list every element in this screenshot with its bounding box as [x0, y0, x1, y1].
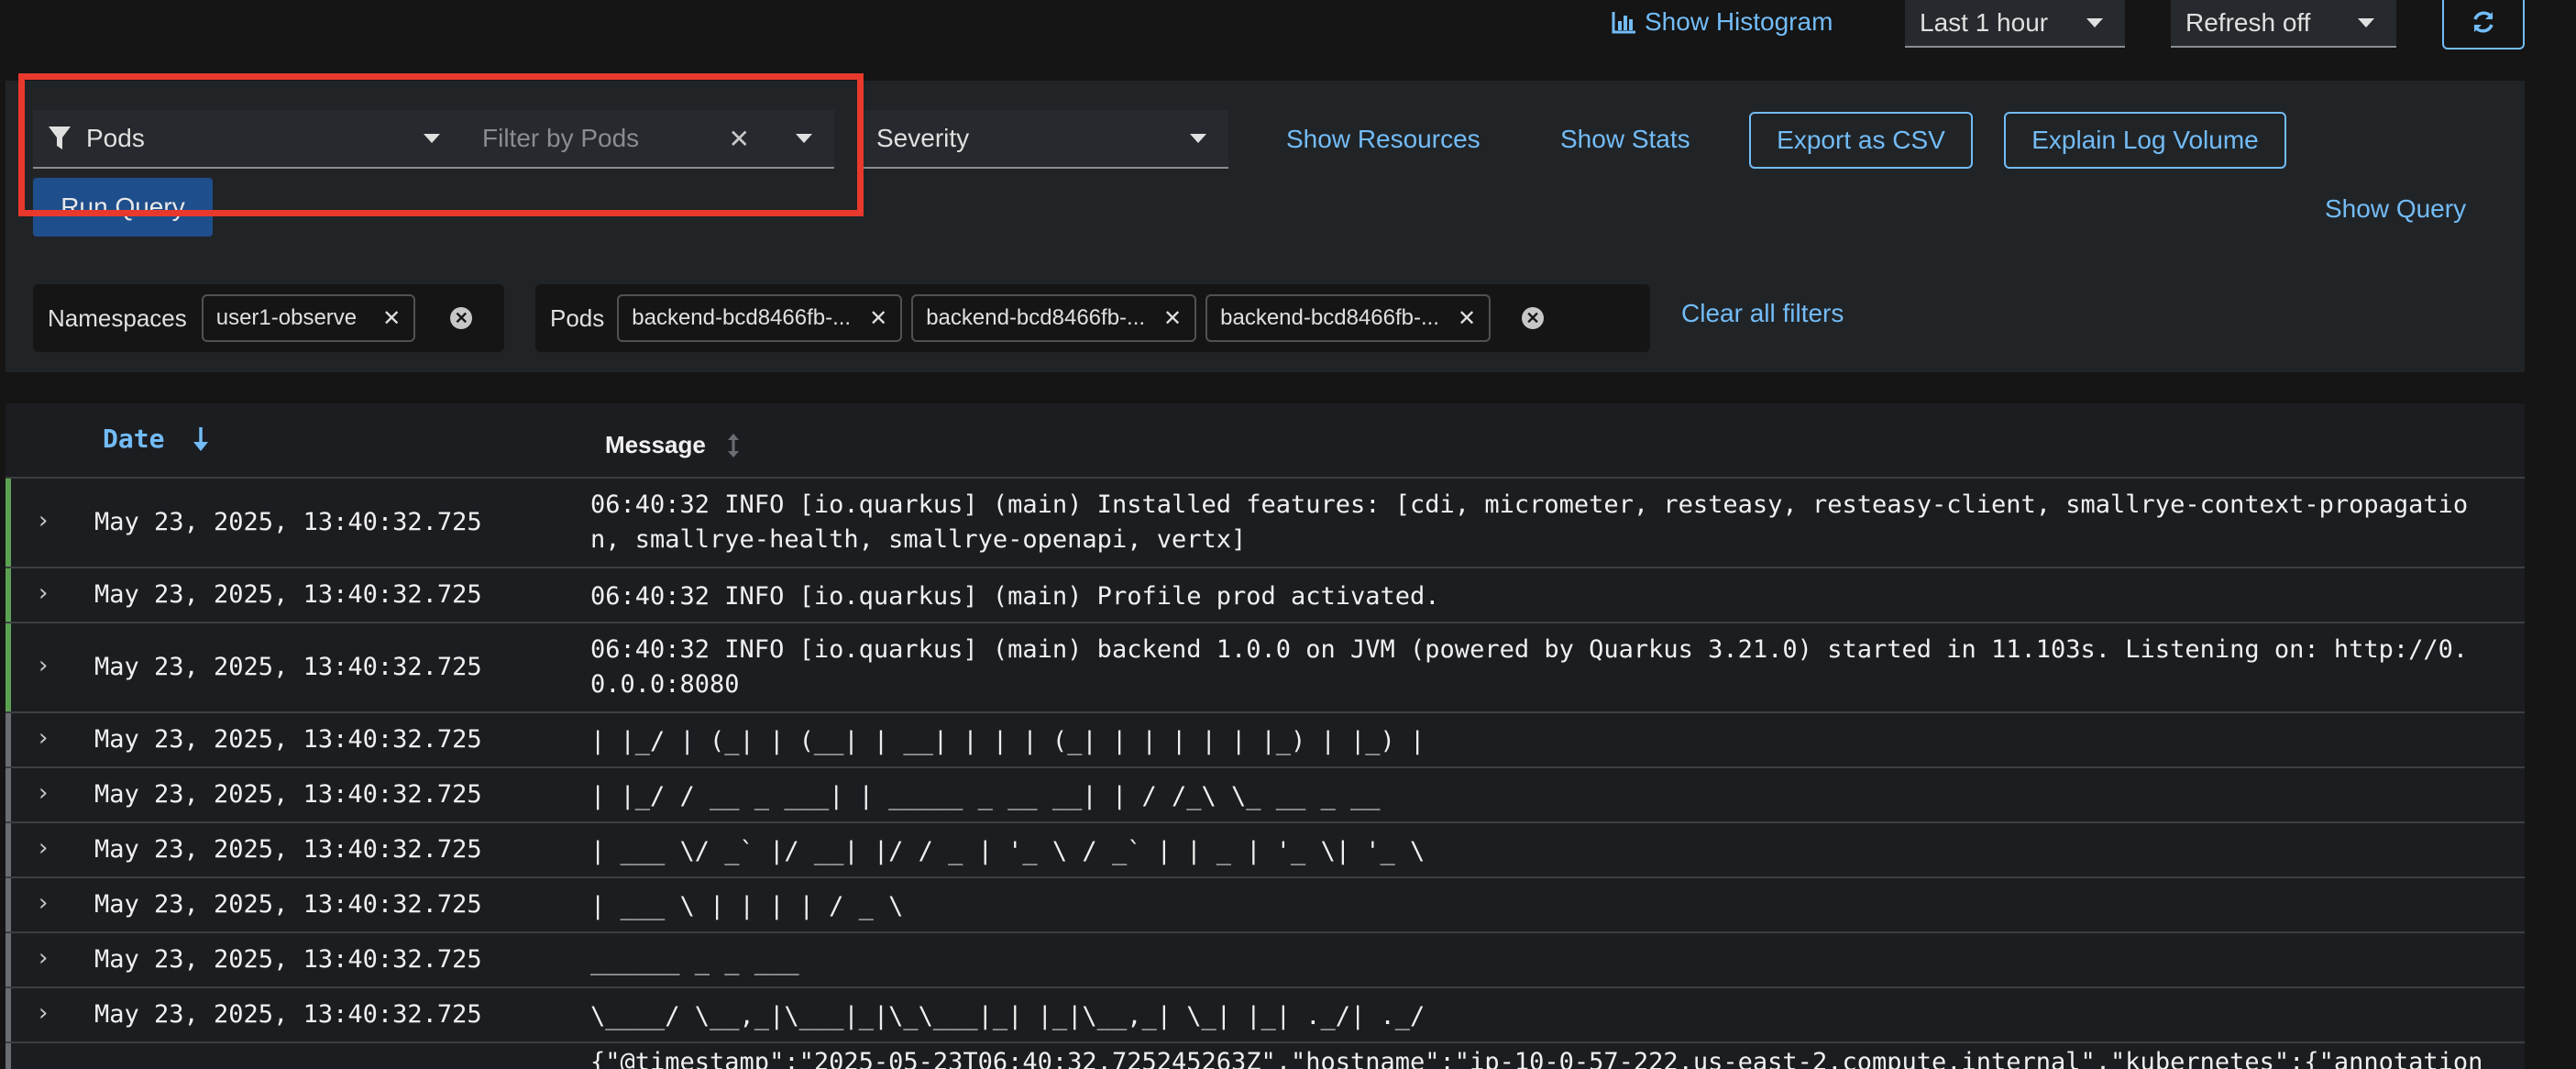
expand-chevron-icon[interactable]: › [39, 724, 48, 752]
log-row[interactable]: › May 23, 2025, 13:40:32.725 06:40:32 INFO… [6, 623, 2525, 713]
log-row[interactable]: › May 23, 2025, 13:40:32.725 | ___ \/ _` |… [6, 823, 2525, 878]
close-icon[interactable]: ✕ [869, 305, 887, 332]
severity-indicator [6, 823, 11, 876]
pod-chip: backend-bcd8466fb-... ✕ [617, 294, 903, 342]
expand-chevron-icon[interactable]: › [39, 579, 48, 607]
log-message: 06:40:32 INFO [io.quarkus] (main) backen… [590, 635, 2469, 699]
close-icon[interactable]: ✕ [1458, 305, 1476, 332]
log-date: May 23, 2025, 13:40:32.725 [94, 835, 482, 864]
namespace-chip: user1-observe ✕ [201, 294, 416, 342]
severity-indicator [6, 623, 11, 711]
show-query-link[interactable]: Show Query [2325, 194, 2466, 224]
close-icon[interactable]: ✕ [1163, 305, 1182, 332]
chevron-down-icon [2358, 18, 2374, 28]
log-date: May 23, 2025, 13:40:32.725 [94, 780, 482, 809]
expand-chevron-icon[interactable]: › [39, 999, 48, 1027]
log-row[interactable]: › May 23, 2025, 13:40:32.725 | |_/ / __ _ … [6, 768, 2525, 823]
log-date: May 23, 2025, 13:40:32.725 [94, 580, 482, 609]
time-range-value: Last 1 hour [1920, 8, 2049, 37]
clear-group-icon[interactable]: ✕ [1522, 307, 1545, 329]
log-date: May 23, 2025, 13:40:32.725 [94, 945, 482, 974]
show-resources-link[interactable]: Show Resources [1286, 125, 1481, 154]
expand-chevron-icon[interactable]: › [39, 944, 48, 972]
date-column-label: Date [103, 424, 165, 454]
expand-chevron-icon[interactable]: › [39, 779, 48, 807]
show-histogram-button[interactable]: Show Histogram [1612, 6, 1833, 39]
pod-chip-label: backend-bcd8466fb-... [926, 305, 1146, 330]
severity-indicator [6, 988, 11, 1041]
chevron-down-icon [1190, 134, 1206, 143]
expand-chevron-icon[interactable]: › [39, 507, 48, 534]
log-message: 06:40:32 INFO [io.quarkus] (main) Profil… [590, 582, 1440, 611]
severity-select[interactable]: Severity [862, 110, 1228, 169]
message-column-label: Message [605, 431, 706, 458]
log-row[interactable]: {"@timestamp":"2025-05-23T06:40:32.72524… [6, 1043, 2525, 1069]
chevron-down-icon [2086, 18, 2103, 28]
severity-indicator [6, 713, 11, 766]
pod-chip-label: backend-bcd8466fb-... [632, 305, 852, 330]
severity-indicator [6, 568, 11, 622]
log-message: ______ _ _ ___ [590, 947, 799, 975]
severity-indicator [6, 1043, 11, 1069]
namespaces-chip-group-label: Namespaces [48, 303, 187, 332]
severity-indicator [6, 933, 11, 986]
sort-descending-icon [193, 426, 209, 451]
log-row[interactable]: › May 23, 2025, 13:40:32.725 | |_/ | (_| |… [6, 713, 2525, 768]
highlight-box [18, 73, 864, 216]
severity-indicator [6, 878, 11, 931]
log-message: | ___ \ | | | | / _ \ [590, 892, 904, 920]
pod-chip: backend-bcd8466fb-... ✕ [1205, 294, 1492, 342]
log-message: | |_/ | (_| | (__| | __| | | | (_| | | |… [590, 727, 1426, 755]
log-date: May 23, 2025, 13:40:32.725 [94, 508, 482, 536]
expand-chevron-icon[interactable]: › [39, 652, 48, 679]
time-range-select[interactable]: Last 1 hour [1905, 0, 2125, 48]
log-date: May 23, 2025, 13:40:32.725 [94, 653, 482, 681]
log-row[interactable]: › May 23, 2025, 13:40:32.725 06:40:32 INFO… [6, 479, 2525, 568]
pods-chip-group: Pods backend-bcd8466fb-... ✕ backend-bcd… [535, 284, 1650, 352]
log-row[interactable]: › May 23, 2025, 13:40:32.725 06:40:32 INFO… [6, 568, 2525, 623]
log-row[interactable]: › May 23, 2025, 13:40:32.725 | ___ \ | | |… [6, 878, 2525, 933]
log-row[interactable]: › May 23, 2025, 13:40:32.725 \____/ \__,_|… [6, 988, 2525, 1043]
show-histogram-label: Show Histogram [1645, 7, 1833, 36]
pod-chip: backend-bcd8466fb-... ✕ [911, 294, 1197, 342]
namespaces-chip-group: Namespaces user1-observe ✕ ✕ [33, 284, 504, 352]
log-date: May 23, 2025, 13:40:32.725 [94, 1000, 482, 1029]
sort-icon [727, 433, 739, 457]
histogram-icon [1612, 12, 1635, 34]
refresh-button[interactable] [2442, 0, 2525, 50]
log-message: \____/ \__,_|\___|_|\_\___|_| |_|\__,_| … [590, 1002, 1426, 1030]
message-column-header[interactable]: Message [605, 431, 741, 459]
log-message: | |_/ / __ _ ___| | _____ _ __ __| | / /… [590, 782, 1381, 810]
log-message: | ___ \/ _` |/ __| |/ / _ | '_ \ / _` | … [590, 837, 1426, 865]
namespace-chip-label: user1-observe [215, 305, 358, 330]
refresh-interval-select[interactable]: Refresh off [2171, 0, 2396, 48]
clear-group-icon[interactable]: ✕ [450, 307, 473, 329]
clear-all-filters-link[interactable]: Clear all filters [1681, 299, 1844, 328]
expand-chevron-icon[interactable]: › [39, 889, 48, 917]
show-stats-link[interactable]: Show Stats [1560, 125, 1690, 154]
log-message: {"@timestamp":"2025-05-23T06:40:32.72524… [590, 1048, 2483, 1069]
refresh-interval-value: Refresh off [2185, 8, 2311, 37]
severity-value: Severity [876, 124, 970, 152]
date-column-header[interactable]: Date [103, 424, 210, 454]
explain-log-volume-button[interactable]: Explain Log Volume [2004, 112, 2286, 169]
export-csv-button[interactable]: Export as CSV [1749, 112, 1973, 169]
log-message: 06:40:32 INFO [io.quarkus] (main) Instal… [590, 490, 2469, 554]
sync-icon [2473, 11, 2493, 33]
close-icon[interactable]: ✕ [382, 305, 401, 332]
severity-indicator [6, 479, 11, 567]
severity-indicator [6, 768, 11, 821]
pods-chip-group-label: Pods [550, 303, 605, 332]
pod-chip-label: backend-bcd8466fb-... [1220, 305, 1439, 330]
log-date: May 23, 2025, 13:40:32.725 [94, 725, 482, 754]
expand-chevron-icon[interactable]: › [39, 834, 48, 862]
log-row[interactable]: › May 23, 2025, 13:40:32.725 ______ _ _ __… [6, 933, 2525, 988]
log-date: May 23, 2025, 13:40:32.725 [94, 890, 482, 919]
